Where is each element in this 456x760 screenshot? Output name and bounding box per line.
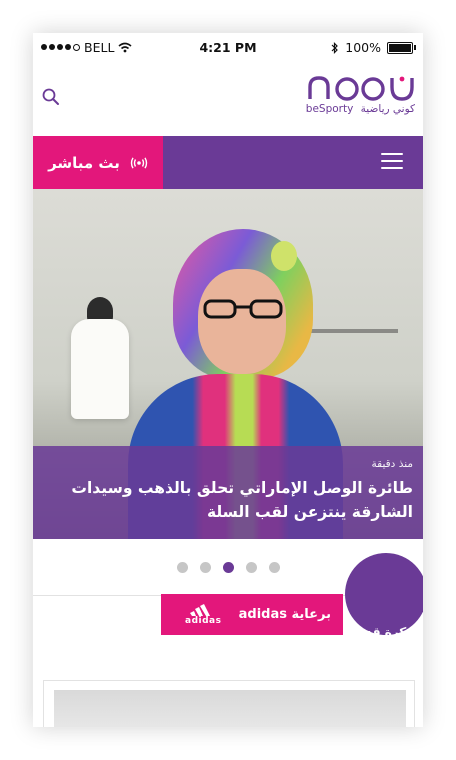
status-bar: BELL 4:21 PM 100%	[33, 33, 423, 61]
article-image	[54, 690, 406, 727]
sponsor-label: برعاية adidas	[238, 607, 331, 622]
nav-bar: بث مباشر	[33, 136, 423, 189]
status-right: 100%	[331, 40, 416, 55]
app-header: beSporty كوني رياضية	[33, 61, 423, 136]
glasses-shape	[203, 299, 283, 319]
logo-mark-icon	[308, 76, 414, 101]
phone-screen: BELL 4:21 PM 100% beSporty كوني رياضية ب…	[33, 33, 423, 727]
adidas-wordmark: adidas	[185, 615, 222, 626]
live-label: بث مباشر	[48, 153, 120, 172]
battery-percent: 100%	[345, 40, 381, 55]
logo-tagline: beSporty كوني رياضية	[303, 103, 415, 115]
hero-slide[interactable]: منذ دقيقة طائرة الوصل الإماراتي تحلق بال…	[33, 189, 423, 539]
pager-dot[interactable]	[245, 562, 257, 573]
hero-caption: منذ دقيقة طائرة الوصل الإماراتي تحلق بال…	[33, 446, 423, 539]
app-logo[interactable]: beSporty كوني رياضية	[303, 75, 415, 121]
sponsor-banner[interactable]: adidas برعاية adidas	[161, 594, 343, 635]
logo-text: beSporty	[305, 103, 354, 115]
pager-dot[interactable]	[176, 562, 188, 573]
search-icon[interactable]	[41, 87, 61, 107]
article-card[interactable]	[43, 680, 415, 727]
pager-dot-active[interactable]	[222, 562, 234, 573]
hero-headline[interactable]: طائرة الوصل الإماراتي تحلق بالذهب وسيدات…	[47, 476, 413, 524]
logo-arabic: كوني رياضية	[360, 103, 415, 115]
live-button[interactable]: بث مباشر	[33, 136, 163, 189]
adidas-stripes-icon	[190, 603, 211, 616]
pager-dot[interactable]	[268, 562, 280, 573]
battery-icon	[387, 41, 416, 54]
adidas-logo: adidas	[185, 603, 222, 626]
pager-dot[interactable]	[199, 562, 211, 573]
hero-time: منذ دقيقة	[371, 458, 413, 470]
category-label: كرة قدم	[357, 625, 407, 639]
menu-icon[interactable]	[381, 153, 403, 171]
broadcast-icon	[130, 156, 148, 169]
category-badge[interactable]: كرة قدم	[345, 553, 423, 639]
bluetooth-icon	[331, 41, 339, 54]
